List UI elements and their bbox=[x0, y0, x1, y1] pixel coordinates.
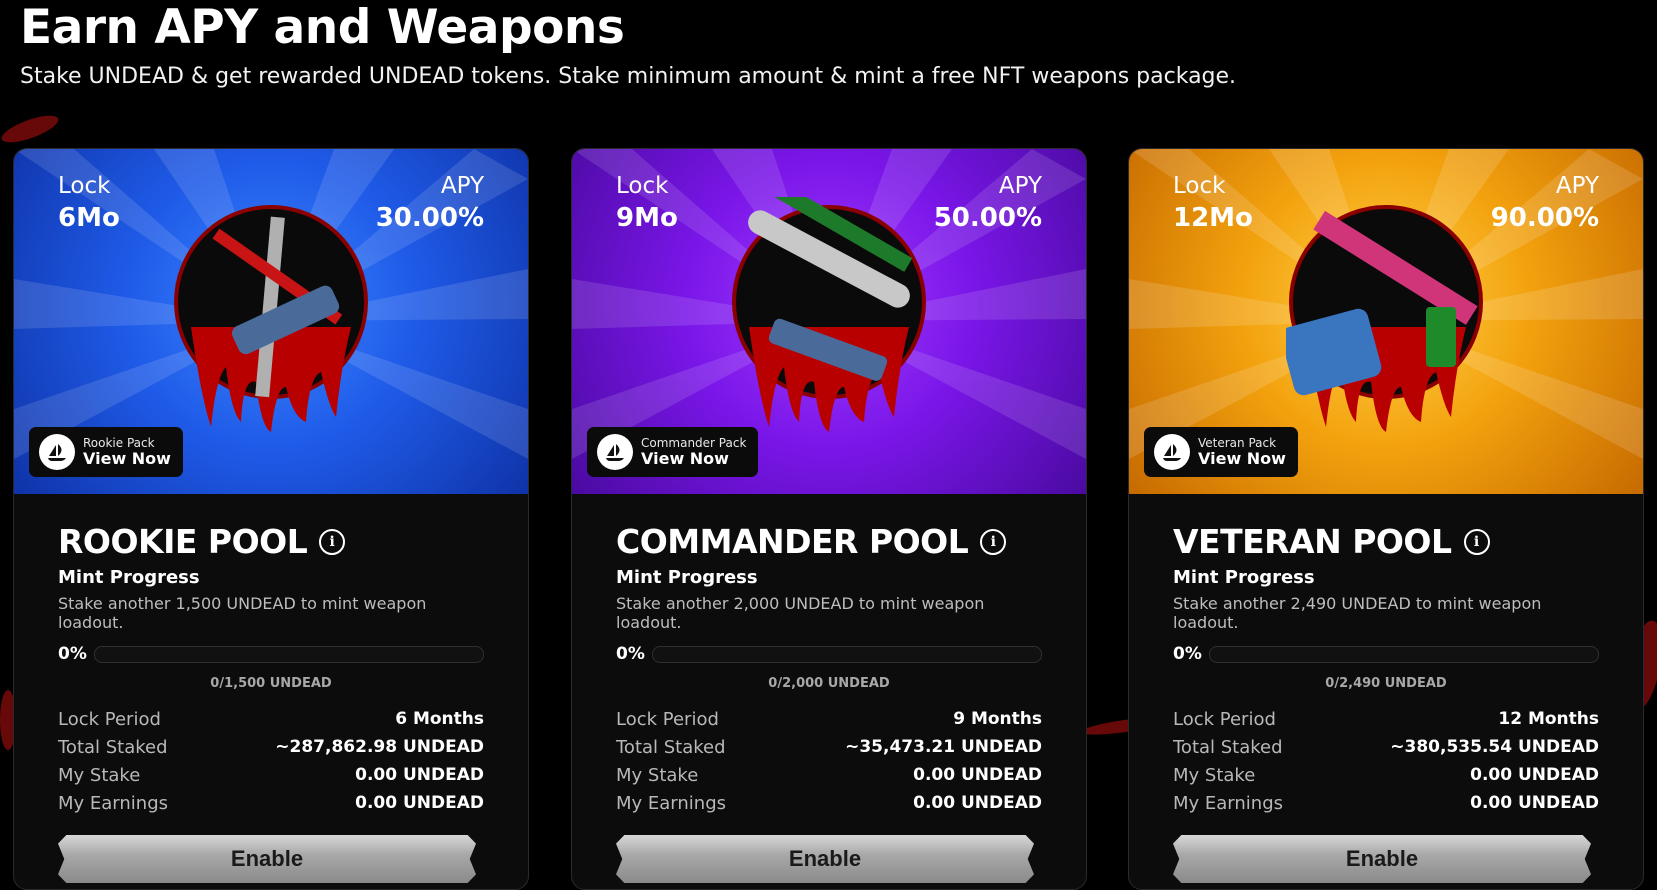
pool-title: ROOKIE POOL bbox=[58, 522, 308, 561]
progress-bar bbox=[652, 645, 1042, 663]
enable-button[interactable]: Enable bbox=[1173, 835, 1591, 883]
total-staked-value: ~380,535.54 UNDEAD bbox=[1390, 737, 1599, 757]
pool-details: ROOKIE POOL i Mint Progress Stake anothe… bbox=[14, 494, 528, 883]
total-staked-label: Total Staked bbox=[616, 736, 726, 758]
blood-splatter bbox=[0, 110, 62, 148]
enable-button[interactable]: Enable bbox=[58, 835, 476, 883]
my-stake-value: 0.00 UNDEAD bbox=[355, 765, 484, 785]
apy-value: 30.00% bbox=[375, 203, 484, 233]
progress-bar bbox=[1209, 645, 1599, 663]
lock-period-label: Lock Period bbox=[616, 708, 719, 730]
progress-percent: 0% bbox=[58, 644, 87, 664]
page-subtitle: Stake UNDEAD & get rewarded UNDEAD token… bbox=[20, 64, 1237, 90]
weapons-emblem-image bbox=[174, 205, 368, 432]
apy-label: APY bbox=[440, 173, 484, 199]
pool-details: COMMANDER POOL i Mint Progress Stake ano… bbox=[572, 494, 1086, 883]
apy-value: 90.00% bbox=[1490, 203, 1599, 233]
my-earnings-value: 0.00 UNDEAD bbox=[355, 793, 484, 813]
lock-period-label: Lock Period bbox=[1173, 708, 1276, 730]
view-now-label: View Now bbox=[1198, 448, 1286, 468]
progress-amount: 0/2,000 UNDEAD bbox=[768, 676, 890, 691]
info-icon[interactable]: i bbox=[980, 528, 1007, 555]
info-icon[interactable]: i bbox=[1463, 528, 1490, 555]
opensea-logo-icon bbox=[597, 434, 633, 470]
page-header: Earn APY and Weapons Stake UNDEAD & get … bbox=[20, 0, 1637, 89]
pack-name: Veteran Pack bbox=[1198, 435, 1277, 450]
lock-value: 6Mo bbox=[58, 203, 120, 233]
total-staked-label: Total Staked bbox=[58, 736, 168, 758]
my-earnings-label: My Earnings bbox=[58, 792, 169, 814]
mint-progress-description: Stake another 1,500 UNDEAD to mint weapo… bbox=[58, 594, 427, 632]
progress-amount: 0/2,490 UNDEAD bbox=[1325, 676, 1447, 691]
pool-stats: Lock Period 6 Months Total Staked ~287,862… bbox=[58, 705, 484, 817]
pool-card-commander: Lock 9Mo APY 50.00% Commander Pack View … bbox=[571, 148, 1087, 890]
page-title: Earn APY and Weapons bbox=[20, 0, 625, 55]
mint-progress-description: Stake another 2,000 UNDEAD to mint weapo… bbox=[616, 594, 985, 632]
pool-details: VETERAN POOL i Mint Progress Stake anoth… bbox=[1129, 494, 1643, 883]
lock-value: 12Mo bbox=[1173, 203, 1253, 233]
opensea-logo-icon bbox=[39, 434, 75, 470]
pool-title: VETERAN POOL bbox=[1173, 522, 1452, 561]
weapons-emblem-image bbox=[1286, 205, 1483, 432]
my-earnings-label: My Earnings bbox=[1173, 792, 1284, 814]
pool-hero: Lock 12Mo APY 90.00% Veteran Pack View N… bbox=[1129, 149, 1643, 494]
my-stake-value: 0.00 UNDEAD bbox=[1470, 765, 1599, 785]
my-stake-label: My Stake bbox=[616, 764, 699, 786]
my-stake-value: 0.00 UNDEAD bbox=[913, 765, 1042, 785]
pool-card-rookie: Lock 6Mo APY 30.00% Rookie Pack View Now… bbox=[13, 148, 529, 890]
lock-label: Lock bbox=[1173, 173, 1226, 199]
progress-percent: 0% bbox=[1173, 644, 1202, 664]
pool-hero: Lock 9Mo APY 50.00% Commander Pack View … bbox=[572, 149, 1086, 494]
my-stake-label: My Stake bbox=[58, 764, 141, 786]
progress-amount: 0/1,500 UNDEAD bbox=[210, 676, 332, 691]
weapons-emblem-image bbox=[732, 197, 926, 432]
view-now-label: View Now bbox=[83, 448, 171, 468]
pack-name: Commander Pack bbox=[641, 435, 747, 450]
total-staked-value: ~35,473.21 UNDEAD bbox=[845, 737, 1042, 757]
lock-label: Lock bbox=[616, 173, 669, 199]
mint-progress-description: Stake another 2,490 UNDEAD to mint weapo… bbox=[1173, 594, 1542, 632]
lock-label: Lock bbox=[58, 173, 111, 199]
progress-bar bbox=[94, 645, 484, 663]
my-earnings-value: 0.00 UNDEAD bbox=[913, 793, 1042, 813]
view-pack-button[interactable]: Rookie Pack View Now bbox=[29, 427, 183, 477]
mint-progress-title: Mint Progress bbox=[1173, 567, 1315, 588]
lock-period-value: 6 Months bbox=[395, 709, 484, 729]
view-now-label: View Now bbox=[641, 448, 729, 468]
apy-label: APY bbox=[998, 173, 1042, 199]
opensea-logo-icon bbox=[1154, 434, 1190, 470]
view-pack-button[interactable]: Commander Pack View Now bbox=[587, 427, 759, 477]
my-earnings-label: My Earnings bbox=[616, 792, 727, 814]
info-icon[interactable]: i bbox=[319, 528, 346, 555]
pool-stats: Lock Period 12 Months Total Staked ~380,53… bbox=[1173, 705, 1599, 817]
pack-name: Rookie Pack bbox=[83, 435, 155, 450]
progress-percent: 0% bbox=[616, 644, 645, 664]
lock-period-value: 9 Months bbox=[953, 709, 1042, 729]
pool-title: COMMANDER POOL bbox=[616, 522, 969, 561]
apy-label: APY bbox=[1555, 173, 1599, 199]
pool-card-veteran: Lock 12Mo APY 90.00% Veteran Pack View N… bbox=[1128, 148, 1644, 890]
pool-stats: Lock Period 9 Months Total Staked ~35,473.… bbox=[616, 705, 1042, 817]
my-stake-label: My Stake bbox=[1173, 764, 1256, 786]
lock-period-label: Lock Period bbox=[58, 708, 161, 730]
total-staked-value: ~287,862.98 UNDEAD bbox=[275, 737, 484, 757]
apy-value: 50.00% bbox=[933, 203, 1042, 233]
mint-progress-title: Mint Progress bbox=[58, 567, 200, 588]
mint-progress-title: Mint Progress bbox=[616, 567, 758, 588]
view-pack-button[interactable]: Veteran Pack View Now bbox=[1144, 427, 1298, 477]
my-earnings-value: 0.00 UNDEAD bbox=[1470, 793, 1599, 813]
lock-value: 9Mo bbox=[616, 203, 678, 233]
total-staked-label: Total Staked bbox=[1173, 736, 1283, 758]
enable-button[interactable]: Enable bbox=[616, 835, 1034, 883]
pool-hero: Lock 6Mo APY 30.00% Rookie Pack View Now bbox=[14, 149, 528, 494]
lock-period-value: 12 Months bbox=[1498, 709, 1599, 729]
